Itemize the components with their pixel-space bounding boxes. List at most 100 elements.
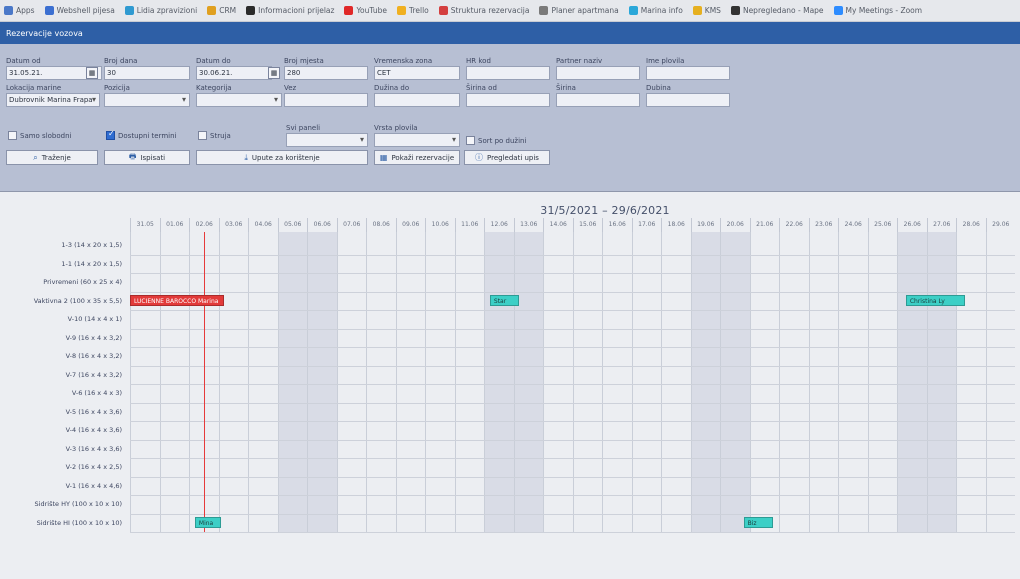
bookmark-item[interactable]: KMS: [692, 6, 721, 15]
duzina-do-input[interactable]: [374, 93, 460, 107]
vez-field: Vez: [284, 84, 368, 107]
date-column-header: 08.06: [366, 218, 396, 232]
datum-od-field: Datum od 31.05.21. ▦: [6, 57, 102, 80]
date-column-header: 02.06: [189, 218, 219, 232]
samo-slobodni-checkbox[interactable]: Samo slobodni: [8, 131, 72, 140]
show-reservations-button[interactable]: ▦ Pokaži rezervacije: [374, 150, 460, 165]
date-column-header: 26.06: [897, 218, 927, 232]
struja-checkbox[interactable]: Struja: [198, 131, 231, 140]
broj-dana-input[interactable]: 30: [104, 66, 190, 80]
bookmark-item[interactable]: Planer apartmana: [539, 6, 619, 15]
date-column-header: 23.06: [808, 218, 839, 232]
reservation-bar[interactable]: Biz: [743, 517, 774, 528]
date-column-header: 10.06: [425, 218, 455, 232]
vremenska-zona-field: Vremenska zona CET: [374, 57, 460, 80]
sort-po-duzini-checkbox[interactable]: Sort po dužini: [466, 136, 526, 145]
ime-plovila-label: Ime plovila: [646, 57, 685, 65]
bookmark-label: Marina info: [640, 6, 683, 15]
calendar-icon[interactable]: ▦: [268, 67, 280, 79]
grid-vline: [513, 232, 515, 532]
reservation-bar[interactable]: Christina Ly: [905, 295, 965, 306]
grid-vline: [631, 232, 633, 532]
vrsta-plovila-select[interactable]: [374, 133, 460, 147]
dubina-input[interactable]: [646, 93, 730, 107]
date-column-header: 18.06: [661, 218, 691, 232]
datum-do-label: Datum do: [196, 57, 231, 65]
sirina-input[interactable]: [556, 93, 640, 107]
bookmark-item[interactable]: Informacioni prijelaz: [246, 6, 334, 15]
sort-po-duzini-label: Sort po dužini: [478, 136, 527, 145]
bookmark-item[interactable]: Trello: [396, 6, 429, 15]
grid-vline: [307, 232, 308, 532]
search-icon: ⌕: [33, 152, 38, 162]
reservation-bar[interactable]: Star: [489, 295, 520, 306]
bookmark-item[interactable]: My Meetings - Zoom: [833, 6, 922, 15]
grid-hline: [130, 310, 1015, 311]
bookmark-label: Trello: [408, 6, 429, 15]
date-column-header: 24.06: [838, 218, 868, 232]
hr-kod-input[interactable]: [466, 66, 550, 80]
date-column-header: 27.06: [926, 218, 957, 232]
bookmarks-bar: Apps Webshell pijesa Lidia zpravizioni CRM I…: [0, 0, 1020, 22]
partner-naziv-input[interactable]: [556, 66, 640, 80]
bookmark-label: YouTube: [356, 6, 387, 15]
bookmark-label: Planer apartmana: [551, 6, 619, 15]
instructions-button[interactable]: ⤓ Upute za korištenje: [196, 150, 368, 165]
broj-mjesta-label: Broj mjesta: [284, 57, 324, 65]
review-entry-button[interactable]: ⓘ Pregledati upis: [464, 150, 550, 165]
bookmark-item[interactable]: Marina info: [628, 6, 683, 15]
grid-hline: [130, 532, 1015, 533]
svi-paneli-select[interactable]: [286, 133, 368, 147]
date-column-header: 17.06: [631, 218, 662, 232]
berth-row-label: V-5 (16 x 4 x 3,6): [65, 407, 122, 416]
sirina-od-input[interactable]: [466, 93, 550, 107]
broj-mjesta-input[interactable]: 280: [284, 66, 368, 80]
date-column-header: 05.06: [277, 218, 308, 232]
grid-vline: [749, 232, 751, 532]
svi-paneli-field: Svi paneli: [286, 124, 368, 147]
app-title-bar: Rezervacije vozova: [0, 22, 1020, 44]
grid-hline: [130, 273, 1015, 274]
reservation-bar[interactable]: Mina: [194, 517, 222, 528]
vez-input[interactable]: [284, 93, 368, 107]
vremenska-zona-input[interactable]: CET: [374, 66, 460, 80]
berth-row-label: V-10 (14 x 4 x 1): [67, 315, 122, 323]
bookmark-item[interactable]: YouTube: [344, 6, 387, 15]
bookmark-favicon-icon: [207, 6, 217, 15]
datum-do-input[interactable]: 30.06.21.: [196, 66, 272, 80]
bookmark-item[interactable]: Apps: [4, 6, 35, 15]
grid-hline: [130, 384, 1015, 385]
duzina-do-label: Dužina do: [374, 84, 410, 92]
grid-hline: [130, 347, 1015, 348]
search-button[interactable]: ⌕ Traženje: [6, 150, 98, 165]
berth-row-label: 1-1 (14 x 20 x 1,5): [61, 259, 122, 268]
grid-vline: [218, 232, 220, 532]
grid-vline: [366, 232, 367, 532]
reservation-bar[interactable]: LUCIENNE BAROCCO Marina: [130, 295, 225, 306]
pozicija-select[interactable]: [104, 93, 190, 107]
dostupni-termini-checkbox[interactable]: Dostupni termini: [106, 129, 177, 140]
grid-vline: [779, 232, 780, 532]
bookmark-item[interactable]: Lidia zpravizioni: [124, 6, 197, 15]
print-button[interactable]: 🖶 Ispisati: [104, 150, 190, 165]
ime-plovila-input[interactable]: [646, 66, 730, 80]
date-column-header: 19.06: [690, 218, 721, 232]
kategorija-select[interactable]: [196, 93, 282, 107]
berth-row-label: V-9 (16 x 4 x 3,2): [65, 333, 122, 342]
bookmark-item[interactable]: CRM: [207, 6, 236, 15]
berth-row-label: V-2 (16 x 4 x 2,5): [65, 463, 122, 471]
bookmark-item[interactable]: Nepregledano - Mape: [730, 6, 824, 15]
bookmark-item[interactable]: Webshell pijesa: [44, 6, 115, 15]
kategorija-field: Kategorija: [196, 84, 282, 107]
grid-hline: [130, 365, 1015, 367]
broj-mjesta-field: Broj mjesta 280: [284, 57, 368, 80]
review-entry-label: Pregledati upis: [487, 153, 539, 162]
lokacija-select[interactable]: Dubrovnik Marina Frapa: [6, 93, 100, 107]
bookmark-item[interactable]: Struktura rezervacija: [438, 6, 529, 15]
date-column-header: 15.06: [572, 218, 603, 232]
broj-dana-label: Broj dana: [104, 57, 138, 65]
calendar-icon[interactable]: ▦: [86, 67, 98, 79]
svi-paneli-label: Svi paneli: [286, 124, 321, 132]
grid-hline: [130, 291, 1015, 293]
date-column-header: 29.06: [985, 218, 1016, 232]
